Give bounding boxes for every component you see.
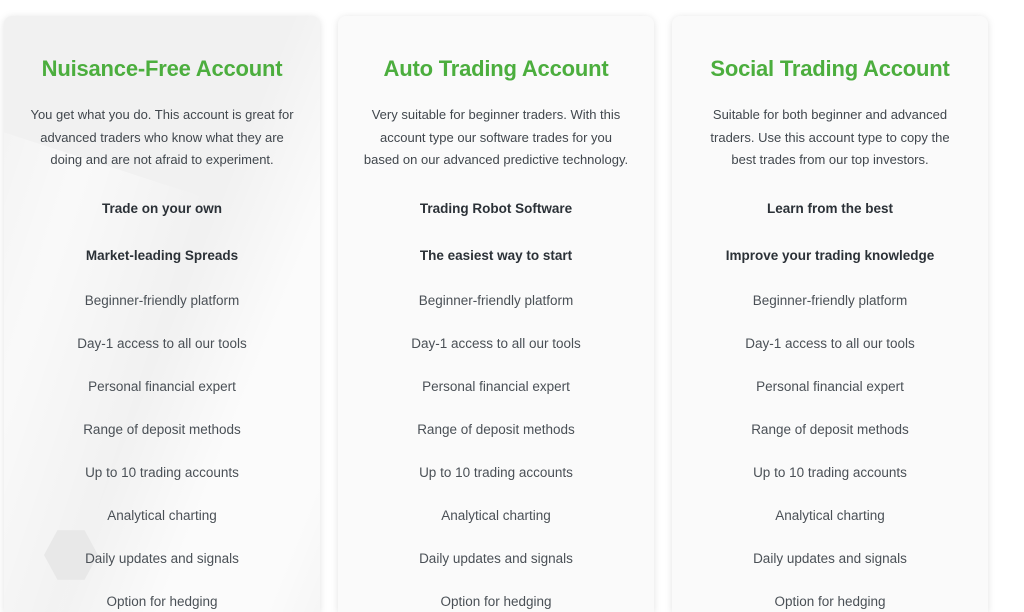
account-card-feature-list: Beginner-friendly platform Day-1 access … bbox=[686, 290, 974, 612]
list-item: Option for hedging bbox=[440, 593, 552, 609]
account-card-content: Social Trading Account Suitable for both… bbox=[686, 56, 974, 612]
pricing-plans-board: Nuisance-Free Account You get what you d… bbox=[0, 0, 1024, 612]
list-item: Up to 10 trading accounts bbox=[419, 464, 573, 480]
list-item: Daily updates and signals bbox=[753, 550, 907, 566]
list-item: Day-1 access to all our tools bbox=[745, 335, 915, 351]
account-card-title: Nuisance-Free Account bbox=[41, 56, 283, 81]
list-item: Personal financial expert bbox=[88, 378, 236, 394]
list-item: Range of deposit methods bbox=[751, 421, 909, 437]
account-card-tagline-primary: Learn from the best bbox=[766, 200, 894, 216]
account-card-nuisance-free[interactable]: Nuisance-Free Account You get what you d… bbox=[4, 16, 320, 612]
account-card-tagline-secondary: The easiest way to start bbox=[419, 247, 573, 263]
list-item: Daily updates and signals bbox=[419, 550, 573, 566]
account-card-content: Nuisance-Free Account You get what you d… bbox=[18, 56, 306, 612]
list-item: Up to 10 trading accounts bbox=[753, 464, 907, 480]
list-item: Analytical charting bbox=[441, 507, 551, 523]
list-item: Range of deposit methods bbox=[417, 421, 575, 437]
account-card-title: Auto Trading Account bbox=[383, 56, 609, 81]
account-card-tagline-secondary: Market-leading Spreads bbox=[85, 247, 239, 263]
account-type-card-list: Nuisance-Free Account You get what you d… bbox=[0, 0, 1024, 612]
list-item: Analytical charting bbox=[775, 507, 885, 523]
list-item: Personal financial expert bbox=[756, 378, 904, 394]
list-item: Option for hedging bbox=[106, 593, 218, 609]
account-card-content: Auto Trading Account Very suitable for b… bbox=[352, 56, 640, 612]
list-item: Up to 10 trading accounts bbox=[85, 464, 239, 480]
account-card-feature-list: Beginner-friendly platform Day-1 access … bbox=[352, 290, 640, 612]
list-item: Analytical charting bbox=[107, 507, 217, 523]
account-card-tagline-primary: Trade on your own bbox=[101, 200, 222, 216]
list-item: Day-1 access to all our tools bbox=[411, 335, 581, 351]
list-item: Day-1 access to all our tools bbox=[77, 335, 247, 351]
account-card-feature-list: Beginner-friendly platform Day-1 access … bbox=[18, 290, 306, 612]
account-card-social-trading[interactable]: Social Trading Account Suitable for both… bbox=[672, 16, 988, 612]
list-item: Beginner-friendly platform bbox=[418, 292, 574, 308]
account-card-tagline-primary: Trading Robot Software bbox=[419, 200, 573, 216]
account-card-description: You get what you do. This account is gre… bbox=[30, 107, 294, 168]
account-card-auto-trading[interactable]: Auto Trading Account Very suitable for b… bbox=[338, 16, 654, 612]
list-item: Range of deposit methods bbox=[83, 421, 241, 437]
account-card-description: Very suitable for beginner traders. With… bbox=[363, 107, 629, 168]
account-card-tagline-secondary: Improve your trading knowledge bbox=[725, 247, 935, 263]
list-item: Daily updates and signals bbox=[85, 550, 239, 566]
list-item: Option for hedging bbox=[774, 593, 886, 609]
list-item: Beginner-friendly platform bbox=[752, 292, 908, 308]
account-card-title: Social Trading Account bbox=[710, 56, 950, 81]
list-item: Beginner-friendly platform bbox=[84, 292, 240, 308]
account-card-description: Suitable for both beginner and advanced … bbox=[710, 107, 950, 168]
list-item: Personal financial expert bbox=[422, 378, 570, 394]
